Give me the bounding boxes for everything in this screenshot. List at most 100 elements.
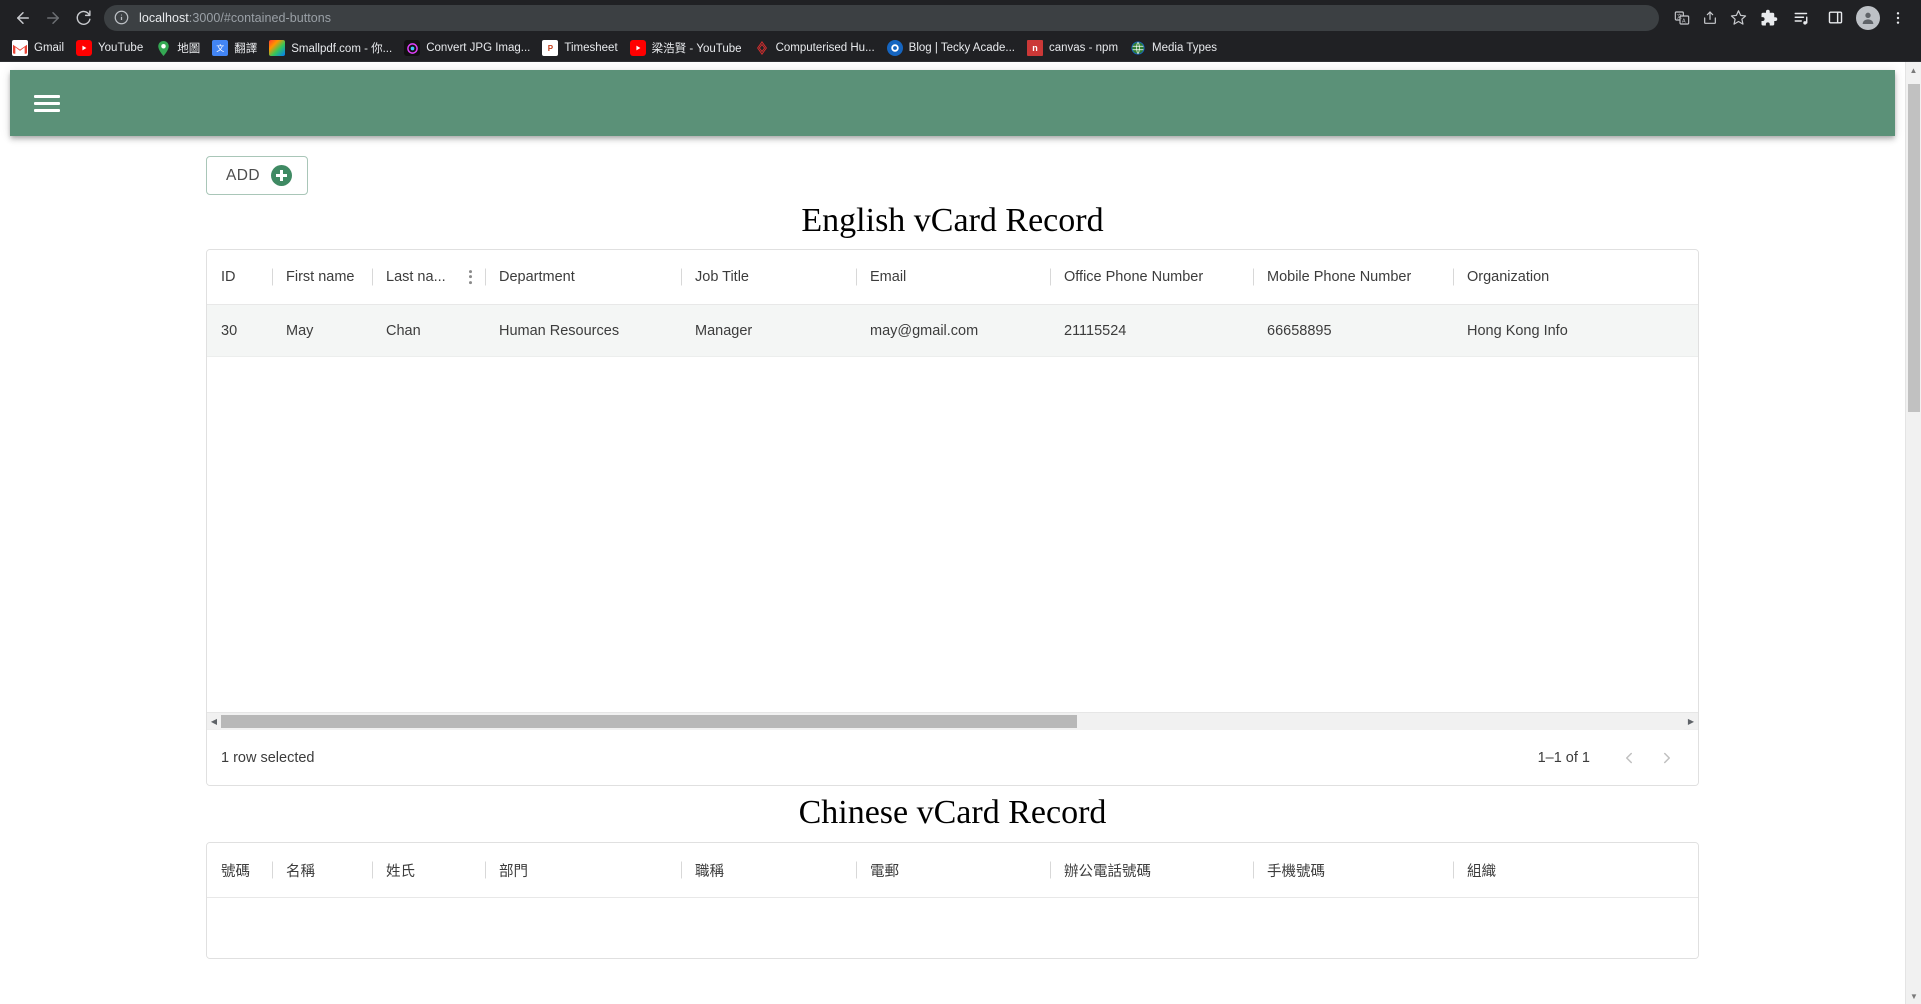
table-row[interactable]: 30 May Chan Human Resources Manager may@… xyxy=(207,305,1698,357)
bookmark-star-icon[interactable] xyxy=(1725,5,1751,31)
bookmark-computerised[interactable]: Computerised Hu... xyxy=(752,37,883,59)
back-button[interactable] xyxy=(8,3,38,33)
bookmark-tecky[interactable]: Blog | Tecky Acade... xyxy=(885,37,1023,59)
cell-organization: Hong Kong Info xyxy=(1467,322,1568,339)
computerised-icon xyxy=(754,40,770,56)
column-header-id-zh[interactable]: 號碼 xyxy=(207,843,272,897)
column-header-last-name-zh[interactable]: 姓氏 xyxy=(372,843,485,897)
translate-icon[interactable]: 文 A xyxy=(1669,5,1695,31)
omnibox-action-icons: 文 A xyxy=(1667,5,1751,31)
column-header-id[interactable]: ID xyxy=(207,250,272,304)
bookmark-maps[interactable]: 地圖 xyxy=(153,37,208,59)
url-host: localhost xyxy=(139,10,189,25)
hamburger-menu-icon[interactable] xyxy=(34,91,60,116)
scrollbar-up-arrow[interactable]: ▲ xyxy=(1906,62,1921,78)
english-section-title: English vCard Record xyxy=(801,202,1104,239)
star-glyph xyxy=(1730,10,1746,25)
add-button[interactable]: ADD xyxy=(206,156,308,195)
scrollbar-thumb[interactable] xyxy=(1908,84,1920,412)
hscroll-left-arrow[interactable]: ◀ xyxy=(207,713,221,730)
bookmark-label: 梁浩賢 - YouTube xyxy=(651,43,742,55)
chrome-menu-button[interactable] xyxy=(1883,3,1913,33)
bookmark-youtube[interactable]: YouTube xyxy=(74,37,151,59)
powerpoint-icon: P xyxy=(542,40,559,56)
convert-jpg-icon xyxy=(404,40,421,56)
info-circle-icon xyxy=(114,10,129,24)
translate-glyph: 文 A xyxy=(1674,10,1690,25)
hscroll-right-arrow[interactable]: ▶ xyxy=(1684,713,1698,730)
column-header-mobile-phone[interactable]: Mobile Phone Number xyxy=(1253,250,1453,304)
bookmark-smallpdf[interactable]: Smallpdf.com - 你... xyxy=(267,37,400,59)
column-header-office-phone[interactable]: Office Phone Number xyxy=(1050,250,1253,304)
reading-list-icon[interactable] xyxy=(1787,3,1817,33)
bookmark-media-types[interactable]: Media Types xyxy=(1128,37,1225,59)
address-bar-text: localhost:3000/#contained-buttons xyxy=(139,11,331,25)
chinese-grid-header-row: 號碼 名稱 姓氏 部門 職稱 電郵 辦公電話號碼 手機號碼 組織 xyxy=(207,843,1698,898)
previous-page-button[interactable] xyxy=(1612,741,1646,775)
google-translate-icon: 文 xyxy=(212,40,229,56)
column-header-first-name[interactable]: First name xyxy=(272,250,372,304)
cell-job-title: Manager xyxy=(695,322,753,339)
profile-avatar[interactable] xyxy=(1856,5,1880,30)
column-header-first-name-zh[interactable]: 名稱 xyxy=(272,843,372,897)
column-header-label: Department xyxy=(499,269,575,285)
column-header-department-zh[interactable]: 部門 xyxy=(485,843,681,897)
bookmark-timesheet[interactable]: P Timesheet xyxy=(540,37,625,59)
plus-circle-icon xyxy=(270,165,292,186)
column-header-job-title[interactable]: Job Title xyxy=(681,250,856,304)
bookmark-youtube-channel[interactable]: 梁浩賢 - YouTube xyxy=(628,37,750,59)
side-panel-glyph xyxy=(1828,11,1842,24)
bookmark-convert-jpg[interactable]: Convert JPG Imag... xyxy=(402,37,538,59)
column-header-job-title-zh[interactable]: 職稱 xyxy=(681,843,856,897)
hscroll-thumb[interactable] xyxy=(221,714,1077,728)
svg-text:A: A xyxy=(1682,18,1686,24)
column-header-mobile-phone-zh[interactable]: 手機號碼 xyxy=(1253,843,1453,897)
side-panel-icon[interactable] xyxy=(1820,3,1850,33)
column-header-label: 名稱 xyxy=(286,863,315,880)
bookmarks-bar: Gmail YouTube 地圖 文 翻譯 Smallpdf.com - 你..… xyxy=(0,35,1921,62)
forward-button[interactable] xyxy=(38,3,68,33)
npm-icon: n xyxy=(1027,40,1043,56)
cell-department: Human Resources xyxy=(499,322,620,339)
gmail-icon xyxy=(12,40,28,56)
next-page-button[interactable] xyxy=(1650,741,1684,775)
page-content: ADD English vCard Record ID First name L… xyxy=(0,62,1905,1004)
column-header-email[interactable]: Email xyxy=(856,250,1050,304)
bookmark-gmail[interactable]: Gmail xyxy=(10,37,72,59)
three-dots-vertical-icon xyxy=(1896,11,1900,24)
reload-button[interactable] xyxy=(68,3,98,33)
column-header-label: 姓氏 xyxy=(386,863,415,880)
english-data-grid: ID First name Last na... Department Job … xyxy=(206,249,1699,786)
bookmark-translate[interactable]: 文 翻譯 xyxy=(210,37,265,59)
bookmark-label: Media Types xyxy=(1152,42,1218,54)
bookmark-label: canvas - npm xyxy=(1049,42,1119,54)
share-icon[interactable] xyxy=(1697,5,1723,31)
extensions-puzzle-icon[interactable] xyxy=(1754,3,1784,33)
address-bar[interactable]: localhost:3000/#contained-buttons xyxy=(104,4,1659,31)
column-header-label: Mobile Phone Number xyxy=(1267,269,1412,285)
column-header-last-name[interactable]: Last na... xyxy=(372,250,485,304)
forward-arrow-icon xyxy=(47,11,59,24)
grid-horizontal-scrollbar[interactable]: ◀ ▶ xyxy=(207,712,1698,730)
page-vertical-scrollbar[interactable]: ▲ ▼ xyxy=(1905,62,1921,1004)
column-header-department[interactable]: Department xyxy=(485,250,681,304)
column-header-label: ID xyxy=(221,269,236,285)
bookmark-canvas-npm[interactable]: n canvas - npm xyxy=(1025,37,1126,59)
site-info-icon[interactable] xyxy=(114,10,130,26)
column-header-office-phone-zh[interactable]: 辦公電話號碼 xyxy=(1050,843,1253,897)
chinese-data-grid: 號碼 名稱 姓氏 部門 職稱 電郵 辦公電話號碼 手機號碼 組織 xyxy=(206,842,1699,959)
selection-status: 1 row selected xyxy=(221,749,315,766)
reload-icon xyxy=(76,10,91,25)
bookmark-label: Blog | Tecky Acade... xyxy=(908,42,1015,54)
column-menu-icon[interactable] xyxy=(463,270,477,284)
hscroll-track[interactable] xyxy=(221,712,1684,730)
bookmark-label: Smallpdf.com - 你... xyxy=(291,43,393,55)
column-header-email-zh[interactable]: 電郵 xyxy=(856,843,1050,897)
pagination-controls: 1–1 of 1 xyxy=(1538,741,1684,775)
scrollbar-down-arrow[interactable]: ▼ xyxy=(1906,988,1921,1004)
english-grid-header-row: ID First name Last na... Department Job … xyxy=(207,250,1698,305)
chevron-right-icon xyxy=(1664,752,1670,763)
column-header-organization-zh[interactable]: 組織 xyxy=(1453,843,1653,897)
column-header-organization[interactable]: Organization xyxy=(1453,250,1653,304)
column-header-label: 部門 xyxy=(499,863,528,880)
